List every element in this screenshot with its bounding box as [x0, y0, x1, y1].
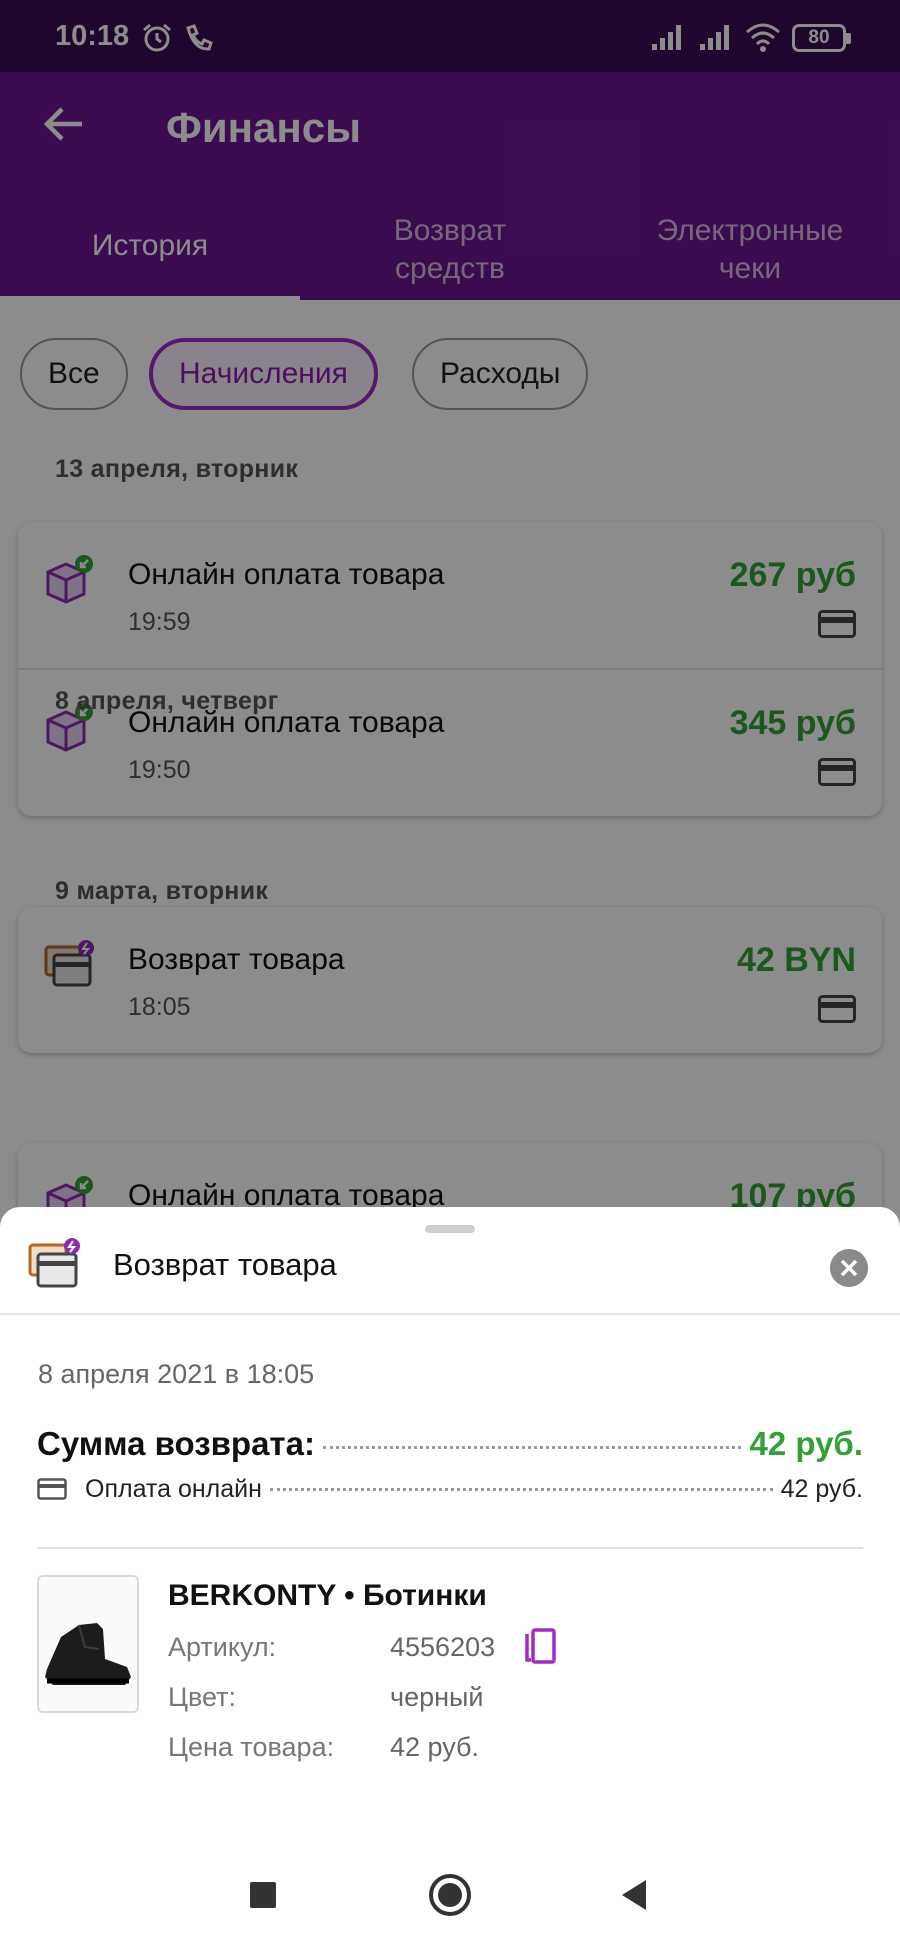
transaction-date: 8 апреля 2021 в 18:05	[38, 1359, 315, 1389]
transaction-details-sheet: Возврат товара 8 апреля 2021 в 18:05 Сум…	[0, 1207, 900, 1840]
system-nav-bar	[0, 1840, 900, 1950]
refund-amount-label: Сумма возврата:	[37, 1425, 315, 1462]
card-icon	[37, 1478, 67, 1500]
home-icon[interactable]	[425, 1870, 475, 1920]
sheet-title: Возврат товара	[113, 1247, 337, 1282]
payment-label: Оплата онлайн	[85, 1475, 262, 1503]
price-label: Цена товара:	[168, 1732, 335, 1762]
color-value: черный	[390, 1682, 484, 1712]
copy-icon[interactable]	[523, 1628, 557, 1666]
back-nav-icon[interactable]	[610, 1870, 660, 1920]
dot-leader	[322, 1446, 742, 1449]
article-value: 4556203	[390, 1632, 496, 1662]
drag-handle[interactable]	[425, 1225, 475, 1233]
recent-apps-icon[interactable]	[238, 1870, 288, 1920]
article-label: Артикул:	[168, 1632, 277, 1662]
refund-amount-row: Сумма возврата: 42 руб.	[37, 1425, 863, 1463]
sheet-divider	[0, 1313, 900, 1315]
product-title: BERKONTY • Ботинки	[168, 1579, 487, 1612]
dot-leader	[269, 1488, 773, 1491]
section-divider	[37, 1547, 863, 1549]
payment-value: 42 руб.	[780, 1475, 863, 1503]
boot-image	[45, 1623, 131, 1685]
refund-amount-value: 42 руб.	[749, 1425, 863, 1462]
close-icon[interactable]	[830, 1249, 868, 1287]
price-value: 42 руб.	[390, 1732, 480, 1762]
product-image[interactable]	[37, 1575, 139, 1713]
payment-row: Оплата онлайн 42 руб.	[37, 1475, 863, 1504]
color-label: Цвет:	[168, 1682, 237, 1712]
refund-card-icon	[28, 1238, 80, 1288]
